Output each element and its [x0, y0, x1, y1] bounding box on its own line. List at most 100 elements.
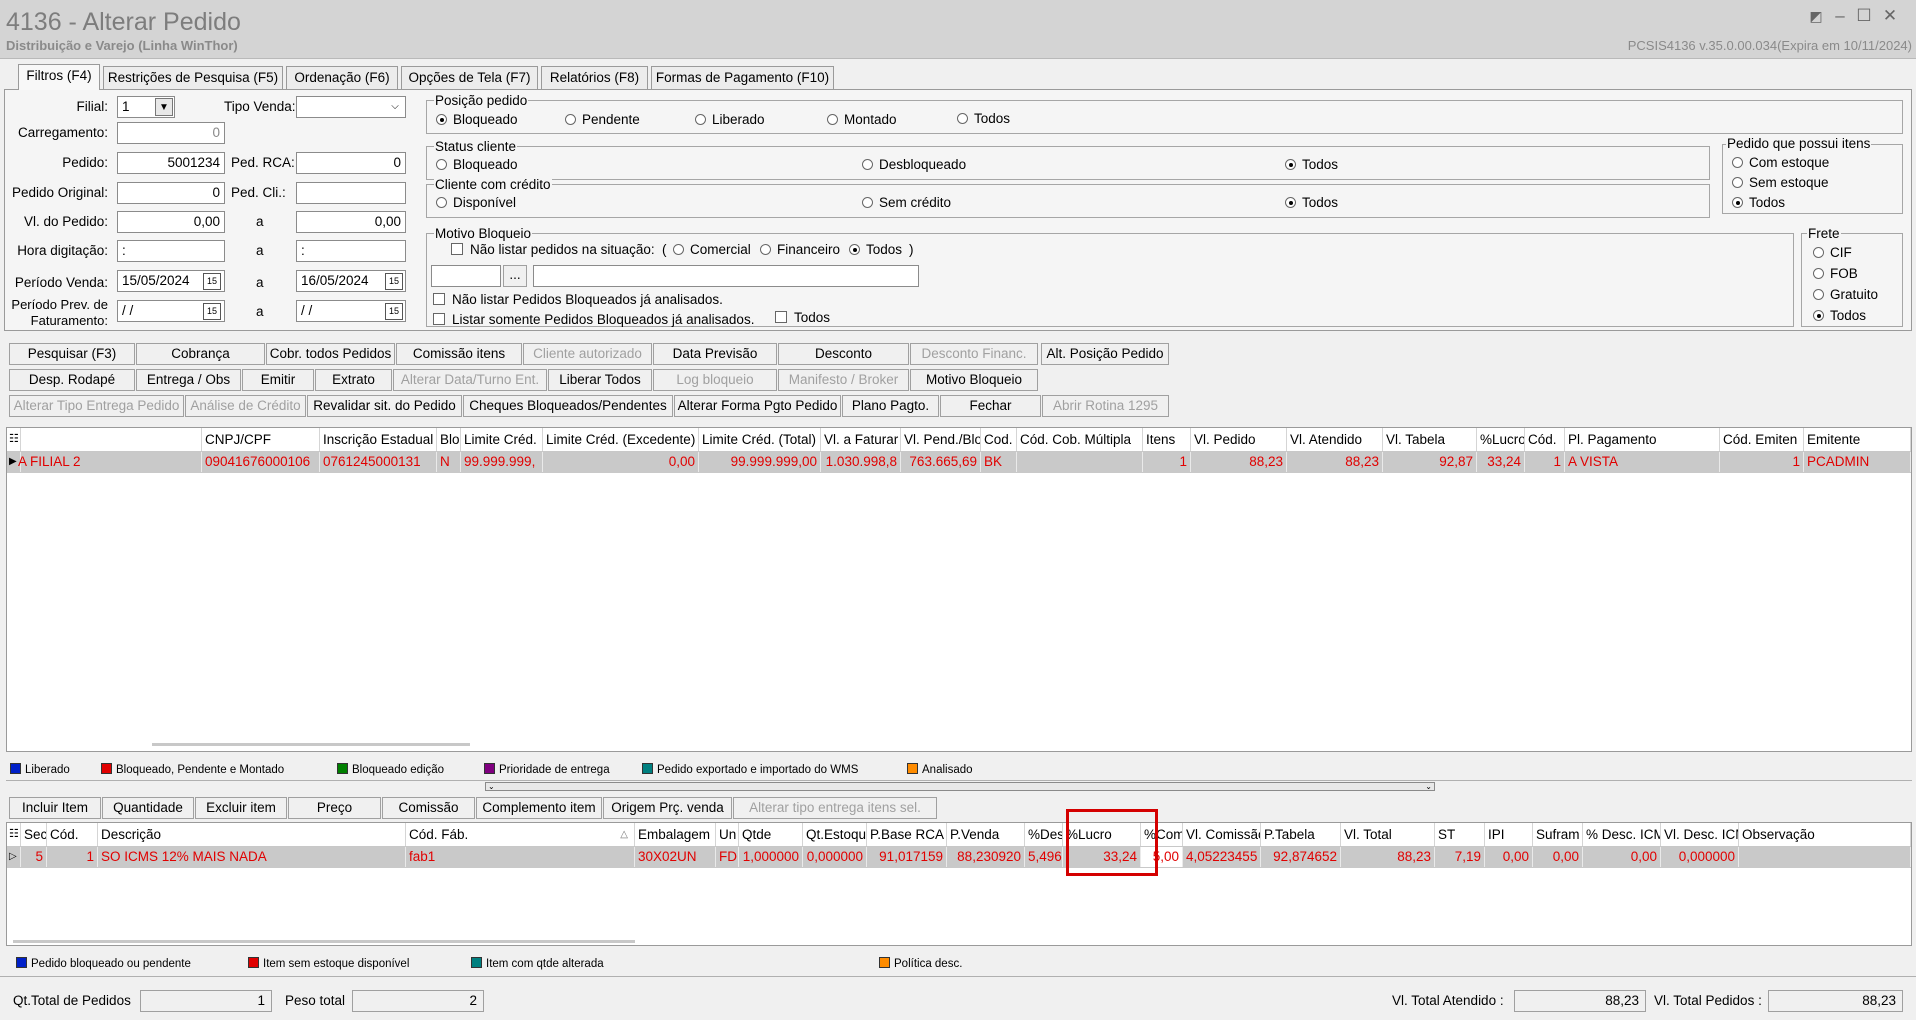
analise-credito-button[interactable]: Análise de Crédito [185, 395, 306, 417]
fechar-button[interactable]: Fechar [940, 395, 1041, 417]
tab-relatorios[interactable]: Relatórios (F8) [541, 66, 648, 89]
comissao-itens-button[interactable]: Comissão itens [396, 343, 522, 365]
incluir-item-button[interactable]: Incluir Item [9, 797, 101, 819]
table-row[interactable]: ▶ A FILIAL 2 09041676000106 076124500013… [7, 452, 1911, 473]
complemento-item-button[interactable]: Complemento item [476, 797, 602, 819]
radio-posicao-todos[interactable]: Todos [957, 111, 1010, 126]
items-header-cell[interactable]: Vl. Comissão [1183, 823, 1261, 846]
radio-status-desbloqueado[interactable]: Desbloqueado [862, 157, 966, 172]
items-header-cell[interactable]: Un [716, 823, 739, 846]
manifesto-broker-button[interactable]: Manifesto / Broker [778, 369, 909, 391]
motivo-lookup-button[interactable]: ... [503, 265, 527, 287]
column-chooser-icon[interactable]: ☷ [7, 428, 21, 451]
vl-pedido-to-input[interactable]: 0,00 [296, 211, 406, 233]
radio-itens-sem-estoque[interactable]: Sem estoque [1732, 175, 1829, 190]
items-header-cell[interactable]: IPI [1485, 823, 1533, 846]
nao-listar-analisados-checkbox[interactable]: Não listar Pedidos Bloqueados já analisa… [433, 292, 723, 307]
items-header-cell[interactable]: Observação [1739, 823, 1911, 846]
radio-itens-com-estoque[interactable]: Com estoque [1732, 155, 1829, 170]
tab-filtros[interactable]: Filtros (F4) [18, 64, 100, 90]
alt-posicao-pedido-button[interactable]: Alt. Posição Pedido [1041, 343, 1169, 365]
close-icon[interactable]: ✕ [1880, 6, 1900, 26]
carregamento-input[interactable]: 0 [117, 122, 225, 144]
orders-header-cell[interactable]: Cód. Cob. Múltipla [1017, 428, 1143, 451]
items-header-cell[interactable]: Vl. Desc. ICM [1661, 823, 1739, 846]
extrato-button[interactable]: Extrato [315, 369, 392, 391]
origem-prc-venda-button[interactable]: Origem Prç. venda [603, 797, 732, 819]
radio-frete-todos[interactable]: Todos [1813, 308, 1866, 323]
excluir-item-button[interactable]: Excluir item [195, 797, 287, 819]
filial-select[interactable]: 1 ▼ [117, 96, 175, 118]
table-row[interactable]: ▷ 5 1 SO ICMS 12% MAIS NADA fab1 30X02UN… [7, 847, 1911, 868]
orders-header-cell[interactable]: Itens [1143, 428, 1191, 451]
calendar-icon[interactable]: 15 [203, 303, 221, 320]
orders-header-cell[interactable]: Limite Créd. (Total) [699, 428, 821, 451]
orders-header-cell[interactable]: Vl. a Faturar [821, 428, 901, 451]
radio-posicao-liberado[interactable]: Liberado [695, 112, 765, 127]
vl-pedido-from-input[interactable]: 0,00 [117, 211, 225, 233]
orders-header-cell[interactable]: Vl. Tabela [1383, 428, 1477, 451]
calendar-icon[interactable]: 15 [385, 303, 403, 320]
items-header-cell[interactable]: P.Tabela [1261, 823, 1341, 846]
todos-checkbox[interactable]: Todos [775, 310, 830, 325]
listar-somente-checkbox[interactable]: Listar somente Pedidos Bloqueados já ana… [433, 312, 754, 327]
desp-rodape-button[interactable]: Desp. Rodapé [9, 369, 135, 391]
ped-rca-input[interactable]: 0 [296, 152, 406, 174]
radio-posicao-bloqueado[interactable]: Bloqueado [436, 112, 518, 127]
alterar-forma-pgto-button[interactable]: Alterar Forma Pgto Pedido [674, 395, 841, 417]
orders-header-cell[interactable]: %Lucro [1477, 428, 1525, 451]
desconto-button[interactable]: Desconto [778, 343, 909, 365]
hora-from-input[interactable]: : [117, 240, 225, 262]
orders-header-cell[interactable]: Vl. Atendido [1287, 428, 1383, 451]
hora-to-input[interactable]: : [296, 240, 406, 262]
preco-button[interactable]: Preço [288, 797, 381, 819]
tipo-venda-select[interactable]: ⌵ [296, 96, 406, 118]
items-header-cell[interactable]: ST [1435, 823, 1485, 846]
radio-posicao-pendente[interactable]: Pendente [565, 112, 640, 127]
horizontal-scrollbar[interactable] [13, 940, 635, 943]
cobr-todos-pedidos-button[interactable]: Cobr. todos Pedidos [266, 343, 395, 365]
tab-opcoes-tela[interactable]: Opções de Tela (F7) [401, 66, 538, 89]
pedido-input[interactable]: 5001234 [117, 152, 225, 174]
radio-posicao-montado[interactable]: Montado [827, 112, 897, 127]
calendar-icon[interactable]: 15 [203, 273, 221, 290]
desconto-financ-button[interactable]: Desconto Financ. [910, 343, 1038, 365]
entrega-obs-button[interactable]: Entrega / Obs [136, 369, 241, 391]
minimize-icon[interactable]: – [1830, 6, 1850, 26]
radio-status-bloqueado[interactable]: Bloqueado [436, 157, 518, 172]
cliente-autorizado-button[interactable]: Cliente autorizado [523, 343, 652, 365]
orders-header-cell[interactable]: Limite Créd. [461, 428, 543, 451]
items-header-cell[interactable]: Descrição [98, 823, 406, 846]
orders-header-cell[interactable]: Inscrição Estadual [320, 428, 437, 451]
revalidar-situacao-button[interactable]: Revalidar sit. do Pedido [307, 395, 462, 417]
items-header-cell[interactable]: Cód. [47, 823, 98, 846]
alterar-tipo-entrega-button[interactable]: Alterar Tipo Entrega Pedido [9, 395, 184, 417]
items-header-cell[interactable]: Sec [21, 823, 47, 846]
alterar-data-turno-button[interactable]: Alterar Data/Turno Ent. [393, 369, 547, 391]
pedido-original-input[interactable]: 0 [117, 182, 225, 204]
radio-status-todos[interactable]: Todos [1285, 157, 1338, 172]
orders-header-cell[interactable]: Cód. Emiten [1720, 428, 1804, 451]
maximize-icon[interactable]: ☐ [1854, 6, 1874, 26]
orders-header-cell[interactable]: Limite Créd. (Excedente) [543, 428, 699, 451]
items-header-cell[interactable]: P.Base RCA [867, 823, 947, 846]
splitter-handle[interactable]: ⌄ ⌄ [485, 782, 1435, 791]
calendar-icon[interactable]: 15 [385, 273, 403, 290]
abrir-rotina-button[interactable]: Abrir Rotina 1295 [1042, 395, 1169, 417]
alterar-tipo-entrega-itens-button[interactable]: Alterar tipo entrega itens sel. [733, 797, 937, 819]
radio-frete-cif[interactable]: CIF [1813, 245, 1852, 260]
ped-cli-input[interactable] [296, 182, 406, 204]
radio-motivo-financeiro[interactable]: Financeiro [760, 242, 840, 257]
orders-header-cell[interactable] [21, 428, 202, 451]
motivo-bloqueio-button[interactable]: Motivo Bloqueio [910, 369, 1038, 391]
radio-motivo-todos[interactable]: Todos [849, 242, 902, 257]
items-header-cell[interactable]: Sufram [1533, 823, 1583, 846]
liberar-todos-button[interactable]: Liberar Todos [548, 369, 652, 391]
comissao-button[interactable]: Comissão [382, 797, 475, 819]
orders-header-cell[interactable]: Vl. Pend./Blo [901, 428, 981, 451]
radio-credito-disponivel[interactable]: Disponível [436, 195, 516, 210]
tab-ordenacao[interactable]: Ordenação (F6) [286, 66, 398, 89]
radio-credito-todos[interactable]: Todos [1285, 195, 1338, 210]
orders-header-cell[interactable]: Emitente [1804, 428, 1911, 451]
orders-header-cell[interactable]: Cód. [1525, 428, 1565, 451]
